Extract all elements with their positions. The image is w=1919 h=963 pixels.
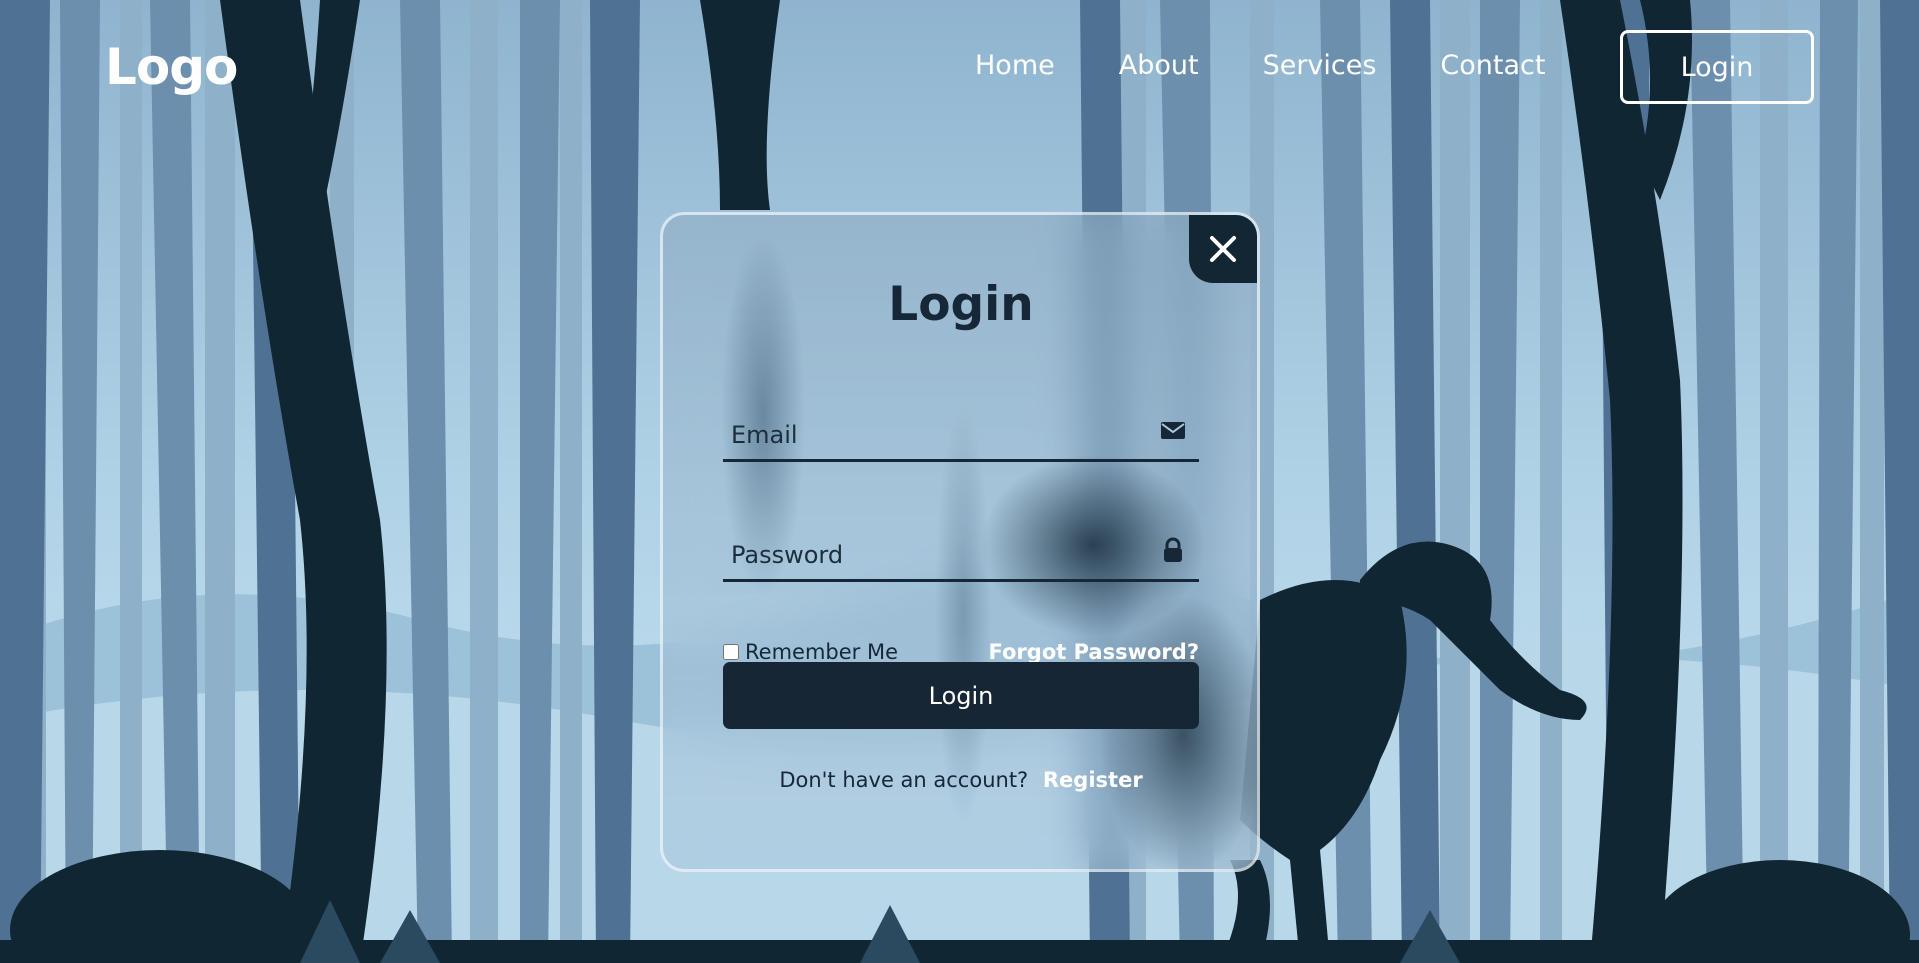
register-row: Don't have an account? Register (723, 768, 1199, 792)
close-icon (1210, 236, 1236, 262)
header-login-button[interactable]: Login (1620, 30, 1814, 104)
logo[interactable]: Logo (105, 38, 238, 96)
login-modal: Login Remember Me Forgot Password? Login (660, 212, 1260, 872)
lock-icon (1164, 537, 1182, 562)
main-nav: Home About Services Contact (975, 50, 1609, 81)
nav-about[interactable]: About (1119, 50, 1199, 81)
password-field-box (723, 510, 1199, 582)
password-field[interactable] (723, 510, 1143, 579)
nav-services[interactable]: Services (1263, 50, 1377, 81)
register-link[interactable]: Register (1043, 768, 1143, 792)
email-field-box (723, 390, 1199, 462)
mail-icon (1161, 422, 1185, 439)
nav-contact[interactable]: Contact (1440, 50, 1545, 81)
site-header: Logo Home About Services Contact Login (0, 0, 1919, 135)
register-prompt: Don't have an account? (779, 768, 1029, 792)
remember-me-checkbox[interactable] (723, 644, 739, 660)
close-button[interactable] (1189, 215, 1257, 283)
remember-me-label[interactable]: Remember Me (723, 640, 898, 664)
nav-home[interactable]: Home (975, 50, 1055, 81)
remember-me-text: Remember Me (745, 640, 898, 664)
form-title: Login (888, 277, 1034, 332)
forgot-password-link[interactable]: Forgot Password? (989, 640, 1199, 664)
email-field[interactable] (723, 390, 1143, 459)
login-submit-button[interactable]: Login (723, 662, 1199, 729)
